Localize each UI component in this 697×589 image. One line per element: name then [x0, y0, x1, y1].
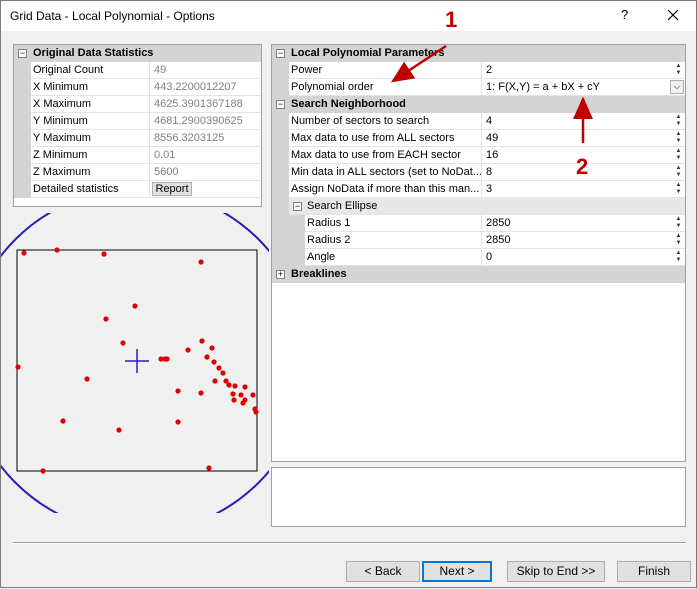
annotation-arrow-1	[390, 44, 447, 83]
annotation-label-1: 1	[445, 7, 458, 32]
annotation-label-2: 2	[576, 154, 589, 179]
dialog-window: Grid Data - Local Polynomial - Options ?…	[0, 0, 697, 588]
annotation-arrows	[390, 44, 593, 143]
